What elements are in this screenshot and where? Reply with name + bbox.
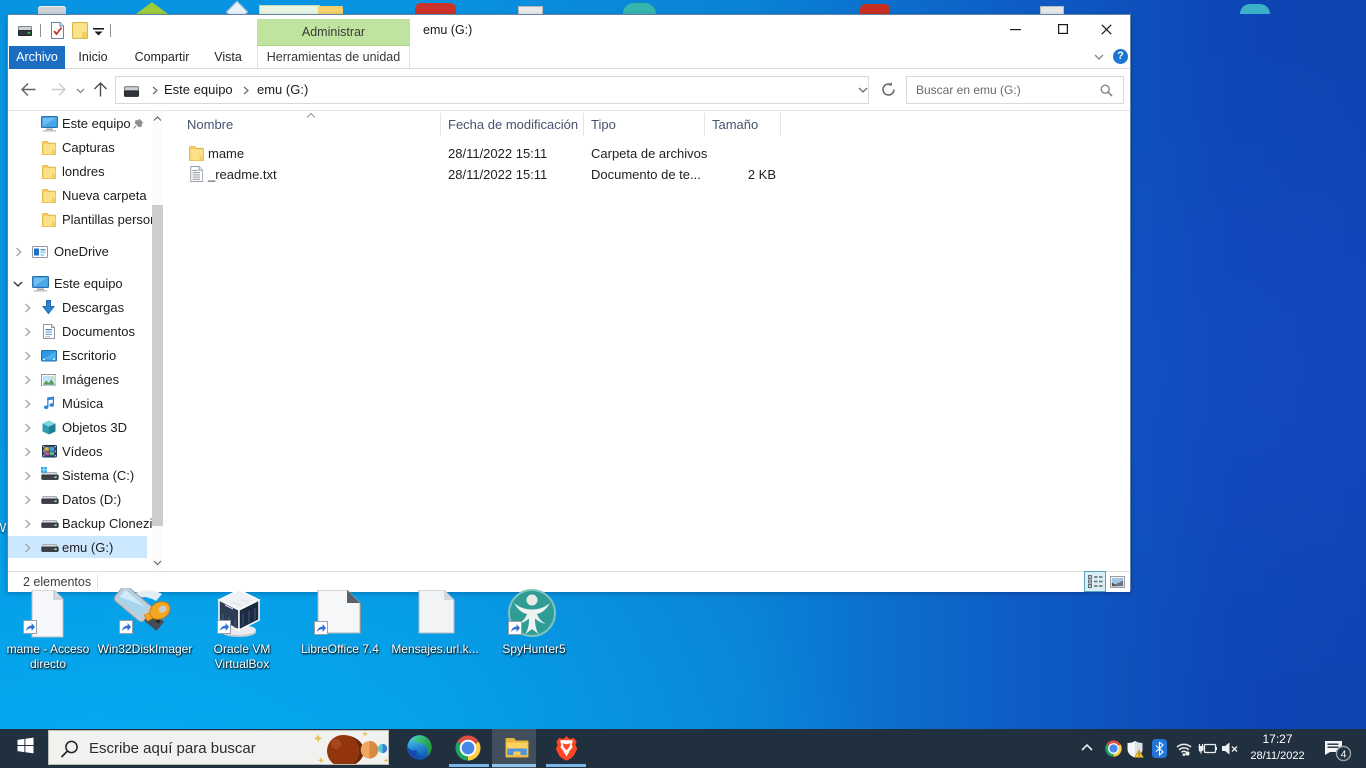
svg-text:4: 4 (1341, 749, 1347, 761)
